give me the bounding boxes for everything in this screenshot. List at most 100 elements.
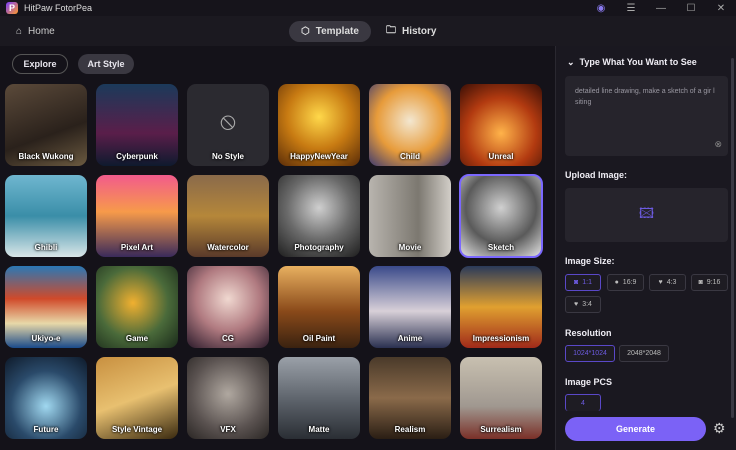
style-label: Black Wukong	[18, 152, 74, 161]
style-grid: Black Wukong Cyberpunk ⦸ No Style HappyNewYe…	[5, 84, 543, 439]
size-label: 1:1	[582, 279, 592, 286]
style-tile-sketch[interactable]: Sketch	[459, 174, 543, 258]
nav-bar: ⌂ Home ⬡ Template 🗀 History	[0, 16, 736, 46]
style-tile-future[interactable]: Future	[5, 357, 87, 439]
style-label: Game	[125, 334, 149, 343]
style-tile-ghibli[interactable]: Ghibli	[5, 175, 87, 257]
style-tile-unreal[interactable]: Unreal	[460, 84, 542, 166]
prompt-text: detailed line drawing, make a sketch of …	[575, 88, 715, 106]
style-label: Cyberpunk	[116, 152, 158, 161]
add-image-icon: 🖾	[638, 205, 655, 221]
style-label: Style Vintage	[111, 425, 163, 434]
style-tile-oil-paint[interactable]: Oil Paint	[278, 266, 360, 348]
folder-icon: 🗀	[386, 25, 396, 36]
generate-button[interactable]: Generate	[565, 417, 706, 441]
style-label: Impressionism	[472, 334, 530, 343]
filter-explore[interactable]: Explore	[12, 54, 68, 74]
home-button[interactable]: ⌂ Home	[16, 26, 55, 37]
style-label: Movie	[398, 243, 422, 252]
style-label: Pixel Art	[120, 243, 154, 252]
style-tile-cg[interactable]: CG	[187, 266, 269, 348]
image-pcs-label: Image PCS	[565, 377, 613, 387]
upload-label: Upload Image:	[565, 170, 628, 180]
style-label: Matte	[308, 425, 330, 434]
style-label: Unreal	[488, 152, 514, 161]
style-tile-black-wukong[interactable]: Black Wukong	[5, 84, 87, 166]
style-label: HappyNewYear	[290, 152, 348, 161]
style-tile-no-style[interactable]: ⦸ No Style	[187, 84, 269, 166]
facebook-icon: ●	[614, 279, 619, 286]
style-tile-movie[interactable]: Movie	[369, 175, 451, 257]
home-label: Home	[28, 25, 55, 37]
style-label: Surrealism	[480, 425, 522, 434]
style-tile-vfx[interactable]: VFX	[187, 357, 269, 439]
style-tile-happynewyear[interactable]: HappyNewYear	[278, 84, 360, 166]
size-option-3-4[interactable]: ♥ 3:4	[565, 296, 601, 313]
style-label: CG	[222, 334, 234, 343]
app-title: HitPaw FotorPea	[24, 3, 93, 13]
style-tile-realism[interactable]: Realism	[369, 357, 451, 439]
style-tile-cyberpunk[interactable]: Cyberpunk	[96, 84, 178, 166]
clear-icon[interactable]: ⊗	[714, 139, 722, 150]
title-bar: P HitPaw FotorPea ◉ ☰ — ☐ ✕	[0, 0, 736, 16]
style-tile-pixel-art[interactable]: Pixel Art	[96, 175, 178, 257]
menu-icon[interactable]: ☰	[616, 0, 646, 16]
style-label: VFX	[220, 425, 236, 434]
style-label: Sketch	[487, 243, 515, 252]
style-tile-surrealism[interactable]: Surrealism	[460, 357, 542, 439]
resolution-label: Resolution	[565, 328, 612, 338]
style-tile-photography[interactable]: Photography	[278, 175, 360, 257]
settings-panel: ⌄ Type What You Want to See detailed lin…	[555, 46, 736, 450]
style-tile-matte[interactable]: Matte	[278, 357, 360, 439]
size-option-16-9[interactable]: ● 16:9	[607, 274, 644, 291]
tab-label: History	[402, 26, 437, 37]
style-tile-ukiyo-e[interactable]: Ukiyo-e	[5, 266, 87, 348]
style-label: Watercolor	[207, 243, 249, 252]
style-label: No Style	[211, 152, 244, 161]
size-option-1-1[interactable]: ◙ 1:1	[565, 274, 601, 291]
image-size-label: Image Size:	[565, 256, 615, 266]
image-pcs-input[interactable]: 4	[565, 394, 601, 411]
scrollbar[interactable]	[731, 58, 734, 418]
style-tile-child[interactable]: Child	[369, 84, 451, 166]
resolution-2048[interactable]: 2048*2048	[619, 345, 669, 362]
style-tile-impressionism[interactable]: Impressionism	[460, 266, 542, 348]
maximize-button[interactable]: ☐	[676, 0, 706, 16]
twitter-icon: ♥	[574, 301, 579, 308]
style-tile-watercolor[interactable]: Watercolor	[187, 175, 269, 257]
size-label: 16:9	[622, 279, 637, 286]
prompt-header-label: Type What You Want to See	[579, 57, 697, 67]
instagram-icon: ◙	[574, 279, 579, 286]
style-tile-anime[interactable]: Anime	[369, 266, 451, 348]
cube-icon: ⬡	[301, 26, 310, 37]
twitter-icon: ♥	[658, 279, 663, 286]
size-label: 3:4	[582, 301, 592, 308]
home-icon: ⌂	[16, 25, 23, 37]
tab-history[interactable]: 🗀 History	[374, 21, 448, 42]
style-tile-style-vintage[interactable]: Style Vintage	[96, 357, 178, 439]
close-button[interactable]: ✕	[706, 0, 736, 16]
instagram-icon: ◙	[698, 279, 703, 286]
size-label: 9:16	[706, 279, 721, 286]
style-label: Child	[400, 152, 420, 161]
size-label: 4:3	[666, 279, 677, 286]
resolution-1024[interactable]: 1024*1024	[565, 345, 615, 362]
no-style-icon: ⦸	[220, 108, 236, 135]
size-option-9-16[interactable]: ◙ 9:16	[691, 274, 728, 291]
upload-image-dropzone[interactable]: 🖾	[565, 188, 728, 242]
size-option-4-3[interactable]: ♥ 4:3	[649, 274, 686, 291]
tab-template[interactable]: ⬡ Template	[289, 21, 371, 42]
prompt-input[interactable]: detailed line drawing, make a sketch of …	[565, 76, 728, 156]
style-label: Ghibli	[34, 243, 58, 252]
filter-art-style[interactable]: Art Style	[78, 54, 134, 74]
minimize-button[interactable]: —	[646, 0, 676, 16]
style-tile-game[interactable]: Game	[96, 266, 178, 348]
style-label: Anime	[397, 334, 423, 343]
prompt-header[interactable]: ⌄ Type What You Want to See	[567, 57, 697, 68]
tab-label: Template	[315, 26, 359, 37]
style-label: Realism	[394, 425, 426, 434]
settings-gear-icon[interactable]: ⚙	[713, 420, 726, 437]
style-label: Future	[33, 425, 59, 434]
account-icon[interactable]: ◉	[586, 0, 616, 16]
style-label: Ukiyo-e	[31, 334, 61, 343]
